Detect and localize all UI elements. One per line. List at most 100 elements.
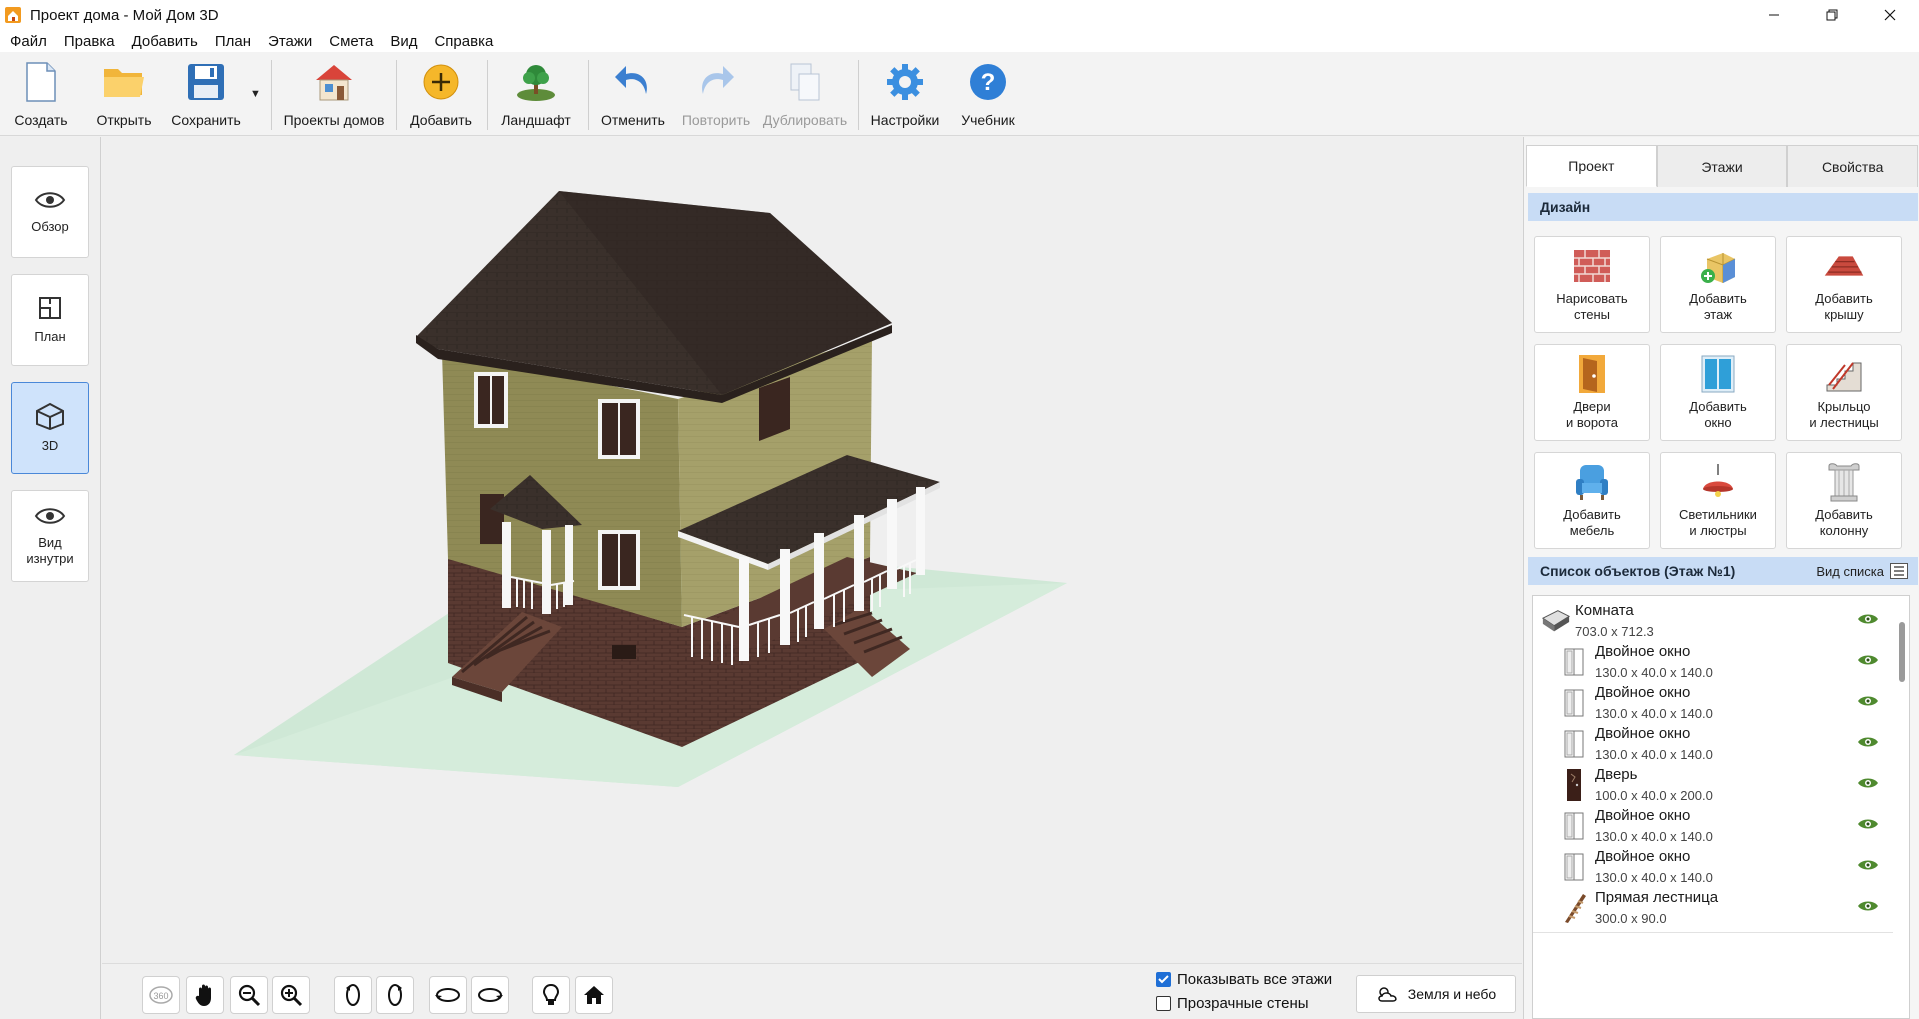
doors-gates-button[interactable]: Двери и ворота bbox=[1534, 344, 1650, 441]
light-bulb-icon bbox=[542, 983, 560, 1005]
visibility-eye-icon[interactable] bbox=[1857, 858, 1879, 872]
save-dropdown-arrow-icon[interactable]: ▼ bbox=[250, 88, 261, 100]
window-icon bbox=[1701, 355, 1735, 393]
app-logo-icon bbox=[5, 7, 21, 23]
porch-stairs-button[interactable]: Крыльцо и лестницы bbox=[1786, 344, 1902, 441]
window-icon bbox=[1564, 730, 1584, 758]
menu-add[interactable]: Добавить bbox=[132, 33, 198, 50]
object-dims: 300.0 x 90.0 bbox=[1595, 911, 1667, 926]
lighting-button[interactable] bbox=[532, 976, 570, 1014]
inside-view-button[interactable]: Вид изнутри bbox=[11, 490, 89, 582]
menu-plan[interactable]: План bbox=[215, 33, 251, 50]
plan-button[interactable]: План bbox=[11, 274, 89, 366]
menu-floors[interactable]: Этажи bbox=[268, 33, 312, 50]
duplicate-button[interactable]: Дублировать bbox=[762, 60, 848, 134]
tilt-down-button[interactable] bbox=[471, 976, 509, 1014]
transparent-walls-checkbox[interactable] bbox=[1156, 996, 1171, 1011]
doors-gates-label: Двери и ворота bbox=[1566, 399, 1618, 431]
restore-button[interactable] bbox=[1803, 0, 1861, 30]
save-button[interactable]: Сохранить bbox=[170, 60, 242, 134]
redo-label: Повторить bbox=[681, 112, 751, 128]
show-all-floors-checkbox[interactable] bbox=[1156, 972, 1171, 987]
toolbar-separator bbox=[271, 60, 272, 130]
add-furniture-button[interactable]: Добавить мебель bbox=[1534, 452, 1650, 549]
tab-properties[interactable]: Свойства bbox=[1787, 145, 1919, 187]
tilt-up-button[interactable] bbox=[429, 976, 467, 1014]
window-icon bbox=[1564, 648, 1584, 676]
create-button[interactable]: Создать bbox=[12, 60, 70, 134]
menu-edit[interactable]: Правка bbox=[64, 33, 115, 50]
list-view-button[interactable]: Вид списка bbox=[1816, 557, 1884, 585]
house-projects-button[interactable]: Проекты домов bbox=[282, 60, 386, 134]
restore-icon bbox=[1826, 9, 1838, 21]
add-roof-button[interactable]: Добавить крышу bbox=[1786, 236, 1902, 333]
transparent-walls-option[interactable]: Прозрачные стены bbox=[1156, 995, 1309, 1012]
add-button[interactable]: Добавить bbox=[406, 60, 476, 134]
rotate-360-button[interactable]: 360 bbox=[142, 976, 180, 1014]
view-3d-button[interactable]: 3D bbox=[11, 382, 89, 474]
visibility-eye-icon[interactable] bbox=[1857, 899, 1879, 913]
redo-button[interactable]: Повторить bbox=[680, 60, 752, 134]
close-window-button[interactable] bbox=[1861, 0, 1919, 30]
show-all-floors-option[interactable]: Показывать все этажи bbox=[1156, 971, 1332, 988]
tutorial-label: Учебник bbox=[961, 112, 1015, 128]
open-button[interactable]: Открыть bbox=[92, 60, 156, 134]
redo-arrow-icon bbox=[702, 66, 734, 94]
lights-chandeliers-button[interactable]: Светильники и люстры bbox=[1660, 452, 1776, 549]
lights-chandeliers-label-line2: и люстры bbox=[1689, 523, 1747, 538]
show-all-floors-label: Показывать все этажи bbox=[1177, 971, 1333, 988]
earth-and-sky-button[interactable]: Земля и небо bbox=[1356, 975, 1516, 1013]
rotate-360-label: 360 bbox=[153, 991, 168, 1001]
orbit-up-icon bbox=[435, 988, 460, 1002]
object-name: Прямая лестница bbox=[1595, 889, 1719, 906]
menu-help[interactable]: Справка bbox=[434, 33, 493, 50]
tab-project[interactable]: Проект bbox=[1526, 145, 1657, 187]
tab-floors[interactable]: Этажи bbox=[1656, 145, 1788, 187]
settings-button[interactable]: Настройки bbox=[868, 60, 942, 134]
add-roof-label-line1: Добавить bbox=[1815, 291, 1873, 306]
visibility-eye-icon[interactable] bbox=[1857, 653, 1879, 667]
object-list-scrollbar[interactable] bbox=[1899, 622, 1905, 682]
duplicate-icon bbox=[790, 63, 820, 101]
pan-button[interactable] bbox=[186, 976, 224, 1014]
visibility-eye-icon[interactable] bbox=[1857, 694, 1879, 708]
undo-button[interactable]: Отменить bbox=[598, 60, 668, 134]
basement-vent bbox=[612, 645, 636, 659]
3d-viewport[interactable] bbox=[102, 137, 1522, 963]
doors-gates-label-line1: Двери bbox=[1573, 399, 1611, 414]
home-view-button[interactable] bbox=[575, 976, 613, 1014]
menu-view[interactable]: Вид bbox=[390, 33, 417, 50]
home-icon bbox=[584, 986, 604, 1004]
toolbar-separator bbox=[487, 60, 488, 130]
add-column-button[interactable]: Добавить колонну bbox=[1786, 452, 1902, 549]
tutorial-button[interactable]: ? Учебник bbox=[956, 60, 1020, 134]
cloud-sun-icon bbox=[1378, 987, 1397, 1002]
zoom-in-button[interactable] bbox=[272, 976, 310, 1014]
object-list: Комната 703.0 x 712.3 Двойное окно 130.0… bbox=[1532, 595, 1910, 1019]
visibility-eye-icon[interactable] bbox=[1857, 776, 1879, 790]
visibility-eye-icon[interactable] bbox=[1857, 817, 1879, 831]
add-floor-button[interactable]: Добавить этаж bbox=[1660, 236, 1776, 333]
visibility-eye-icon[interactable] bbox=[1857, 612, 1879, 626]
menu-estimate[interactable]: Смета bbox=[329, 33, 373, 50]
list-item[interactable]: Прямая лестница 300.0 x 90.0 bbox=[1533, 883, 1893, 933]
house-project-icon bbox=[316, 65, 352, 101]
stairs-icon bbox=[1826, 362, 1862, 392]
project-panel: Проект Этажи Свойства Дизайн Нарисовать с… bbox=[1523, 137, 1919, 1019]
hand-icon bbox=[195, 984, 211, 1006]
view-3d-label: 3D bbox=[41, 438, 59, 453]
object-name: Двойное окно bbox=[1595, 684, 1691, 701]
floor-plan-icon bbox=[39, 297, 61, 319]
zoom-out-button[interactable] bbox=[230, 976, 268, 1014]
minimize-button[interactable] bbox=[1745, 0, 1803, 30]
rotate-left-button[interactable] bbox=[334, 976, 372, 1014]
visibility-eye-icon[interactable] bbox=[1857, 735, 1879, 749]
landscape-button[interactable]: Ландшафт bbox=[498, 60, 574, 134]
list-view-icon[interactable] bbox=[1890, 563, 1908, 579]
menu-file[interactable]: Файл bbox=[10, 33, 47, 50]
add-window-button[interactable]: Добавить окно bbox=[1660, 344, 1776, 441]
draw-walls-button[interactable]: Нарисовать стены bbox=[1534, 236, 1650, 333]
rotate-right-button[interactable] bbox=[376, 976, 414, 1014]
overview-button[interactable]: Обзор bbox=[11, 166, 89, 258]
window-icon bbox=[1564, 812, 1584, 840]
